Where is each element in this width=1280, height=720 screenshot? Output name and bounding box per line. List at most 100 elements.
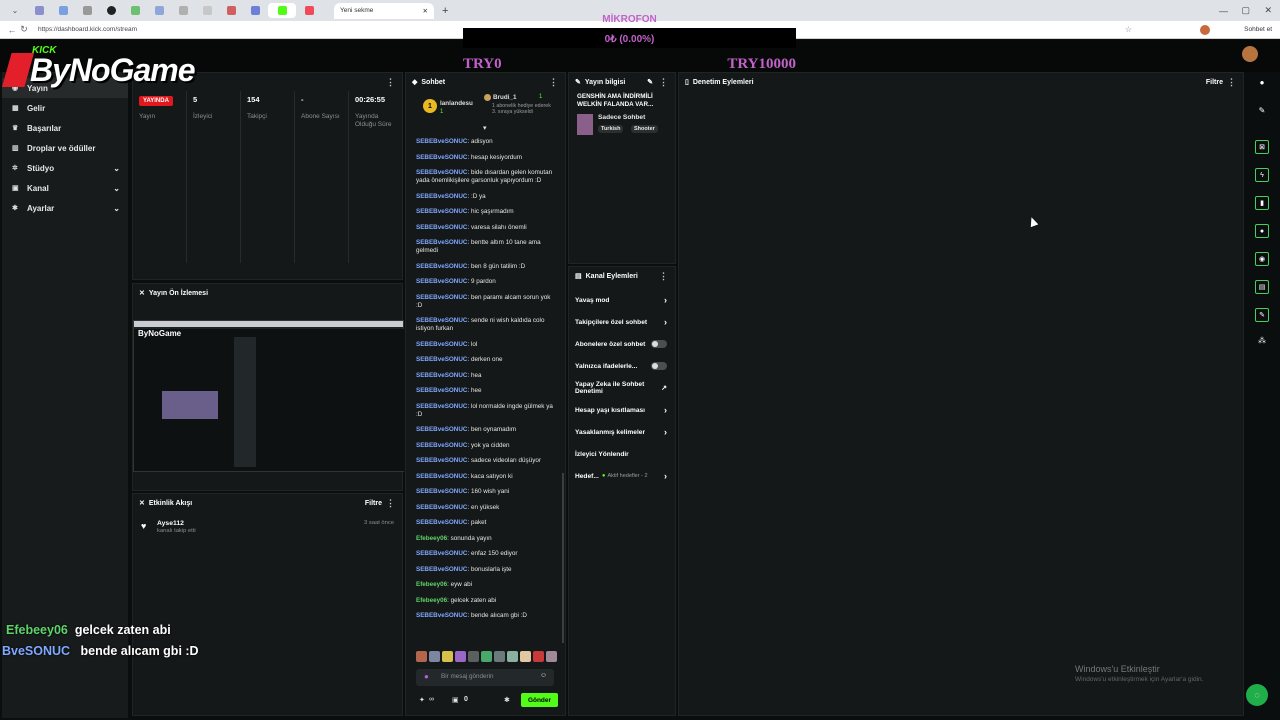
more-icon[interactable]: ⋮ <box>386 77 395 88</box>
chat-username[interactable]: Efebeey06 <box>416 581 447 588</box>
action-subscribers-only[interactable]: Abonelere özel sohbet <box>569 333 675 355</box>
chat-username[interactable]: SEBEBveSONUC <box>416 341 467 348</box>
moderation-filter-button[interactable]: Filtre <box>1206 79 1223 86</box>
emote-icon[interactable] <box>546 651 557 662</box>
chat-username[interactable]: SEBEBveSONUC <box>416 263 467 270</box>
sidebar-item-basarilar[interactable]: ♛ Başarılar <box>2 118 128 138</box>
chat-username[interactable]: SEBEBveSONUC <box>416 504 467 511</box>
chat-settings-icon[interactable]: ✱ <box>504 696 510 704</box>
chat-username[interactable]: Efebeey06 <box>416 535 447 542</box>
maximize-icon[interactable]: ▢ <box>1241 5 1250 16</box>
chat-button[interactable]: Sohbet et <box>1244 26 1272 33</box>
edit-icon[interactable]: ✎ <box>647 78 653 86</box>
chat-username[interactable]: SEBEBveSONUC <box>416 169 467 176</box>
chat-username[interactable]: SEBEBveSONUC <box>416 426 467 433</box>
pencil-icon[interactable]: ✎ <box>1255 106 1269 120</box>
chat-username[interactable]: SEBEBveSONUC <box>416 193 467 200</box>
mic-icon[interactable]: ● <box>424 672 429 681</box>
chat-username[interactable]: SEBEBveSONUC <box>416 138 467 145</box>
chat-username[interactable]: Efebeey06 <box>416 597 447 604</box>
emote-icon[interactable] <box>429 651 440 662</box>
tab-new[interactable]: Yeni sekme ✕ <box>334 2 434 19</box>
action-goals[interactable]: Hedef... ● Aktif hedefler - 2 › <box>569 465 675 487</box>
gift-box-icon[interactable]: ▣ <box>452 696 459 704</box>
chat-scrollbar[interactable] <box>562 473 564 643</box>
chat-message-list[interactable]: SEBEBveSONUC: adisyon SEBEBveSONUC: hesap… <box>406 138 565 648</box>
more-icon[interactable]: ⋮ <box>659 271 668 282</box>
emote-icon[interactable] <box>481 651 492 662</box>
more-icon[interactable]: ⋮ <box>386 498 395 509</box>
tools-icon[interactable]: ✎ <box>1255 308 1269 322</box>
pin-icon[interactable]: ▾ <box>483 124 487 132</box>
browser-tab[interactable] <box>100 3 122 18</box>
sidebar-item-ayarlar[interactable]: ✱ Ayarlar ⌄ <box>2 198 128 218</box>
chevron-down-icon[interactable]: ⌄ <box>113 184 120 193</box>
back-icon[interactable]: ← <box>6 25 18 35</box>
emote-icon[interactable] <box>455 651 466 662</box>
chat-input-box[interactable]: ● Bir mesaj gönderin ☺ <box>416 669 554 686</box>
more-icon[interactable]: ⋮ <box>549 77 558 88</box>
action-emote-only[interactable]: Yalnızca ifadelerle... <box>569 355 675 377</box>
lightning-icon[interactable]: ϟ <box>1255 168 1269 182</box>
chat-username[interactable]: SEBEBveSONUC <box>416 356 467 363</box>
browser-tab[interactable] <box>124 3 146 18</box>
browser-tab[interactable] <box>52 3 74 18</box>
chat-username[interactable]: SEBEBveSONUC <box>416 457 467 464</box>
chat-username[interactable]: SEBEBveSONUC <box>416 442 467 449</box>
chat-username[interactable]: SEBEBveSONUC <box>416 224 467 231</box>
emote-icon[interactable] <box>442 651 453 662</box>
points-icon[interactable]: ✦ <box>419 696 425 704</box>
toggle-switch[interactable] <box>651 340 667 348</box>
emote-icon[interactable] <box>507 651 518 662</box>
chat-username[interactable]: SEBEBveSONUC <box>416 154 467 161</box>
tag-chip[interactable]: Turkish <box>598 125 624 133</box>
sidebar-item-studyo[interactable]: ✲ Stüdyo ⌄ <box>2 158 128 178</box>
action-followers-only[interactable]: Takipçilere özel sohbet › <box>569 311 675 333</box>
chat-username[interactable]: SEBEBveSONUC <box>416 294 467 301</box>
action-ai-moderation[interactable]: Yapay Zeka ile Sohbet Denetimi ↗ <box>569 377 675 399</box>
chevron-down-icon[interactable]: ⌄ <box>113 204 120 213</box>
window-close-icon[interactable]: ✕ <box>1264 5 1272 16</box>
tag-chip[interactable]: Shooter <box>631 125 658 133</box>
more-icon[interactable]: ⋮ <box>659 77 668 88</box>
radio-icon[interactable]: ◉ <box>1255 252 1269 266</box>
browser-tab[interactable] <box>298 3 320 18</box>
chat-username[interactable]: SEBEBveSONUC <box>416 488 467 495</box>
action-slow-mode[interactable]: Yavaş mod › <box>569 289 675 311</box>
browser-tab[interactable] <box>172 3 194 18</box>
help-button[interactable]: ◌ <box>1246 684 1268 706</box>
browser-tab[interactable] <box>220 3 242 18</box>
emote-icon[interactable] <box>468 651 479 662</box>
emote-icon[interactable] <box>520 651 531 662</box>
emote-icon[interactable] <box>416 651 427 662</box>
chat-username[interactable]: SEBEBveSONUC <box>416 550 467 557</box>
chat-username[interactable]: SEBEBveSONUC <box>416 403 467 410</box>
star-icon[interactable]: ☆ <box>1125 25 1132 34</box>
action-host[interactable]: İzleyici Yönlendir <box>569 443 675 465</box>
reload-icon[interactable]: ↻ <box>18 24 30 35</box>
chat-username[interactable]: SEBEBveSONUC <box>416 387 467 394</box>
new-tab-icon[interactable]: + <box>442 5 448 17</box>
archive-icon[interactable]: ▤ <box>1255 280 1269 294</box>
sidebar-item-gelir[interactable]: ▦ Gelir <box>2 98 128 118</box>
close-icon[interactable]: ✕ <box>423 7 428 15</box>
chat-username[interactable]: SEBEBveSONUC <box>416 519 467 526</box>
send-button[interactable]: Gönder <box>521 693 558 707</box>
browser-tab[interactable] <box>196 3 218 18</box>
toggle-switch[interactable] <box>651 362 667 370</box>
chat-username[interactable]: SEBEBveSONUC <box>416 612 467 619</box>
browser-tab[interactable] <box>28 3 50 18</box>
url-field[interactable]: https://dashboard.kick.com/stream <box>38 26 137 33</box>
user-avatar[interactable] <box>1242 46 1258 62</box>
more-icon[interactable]: ⋮ <box>1227 77 1236 88</box>
emote-icon[interactable] <box>533 651 544 662</box>
chat-username[interactable]: SEBEBveSONUC <box>416 317 467 324</box>
chat-username[interactable]: SEBEBveSONUC <box>416 278 467 285</box>
activity-filter-button[interactable]: Filtre <box>365 500 382 507</box>
sidebar-item-kanal[interactable]: ▣ Kanal ⌄ <box>2 178 128 198</box>
browser-tab[interactable] <box>76 3 98 18</box>
clip-icon[interactable]: ⊠ <box>1255 140 1269 154</box>
emoji-icon[interactable]: ☺ <box>540 672 547 679</box>
minimize-icon[interactable]: — <box>1219 6 1228 16</box>
emote-icon[interactable] <box>494 651 505 662</box>
